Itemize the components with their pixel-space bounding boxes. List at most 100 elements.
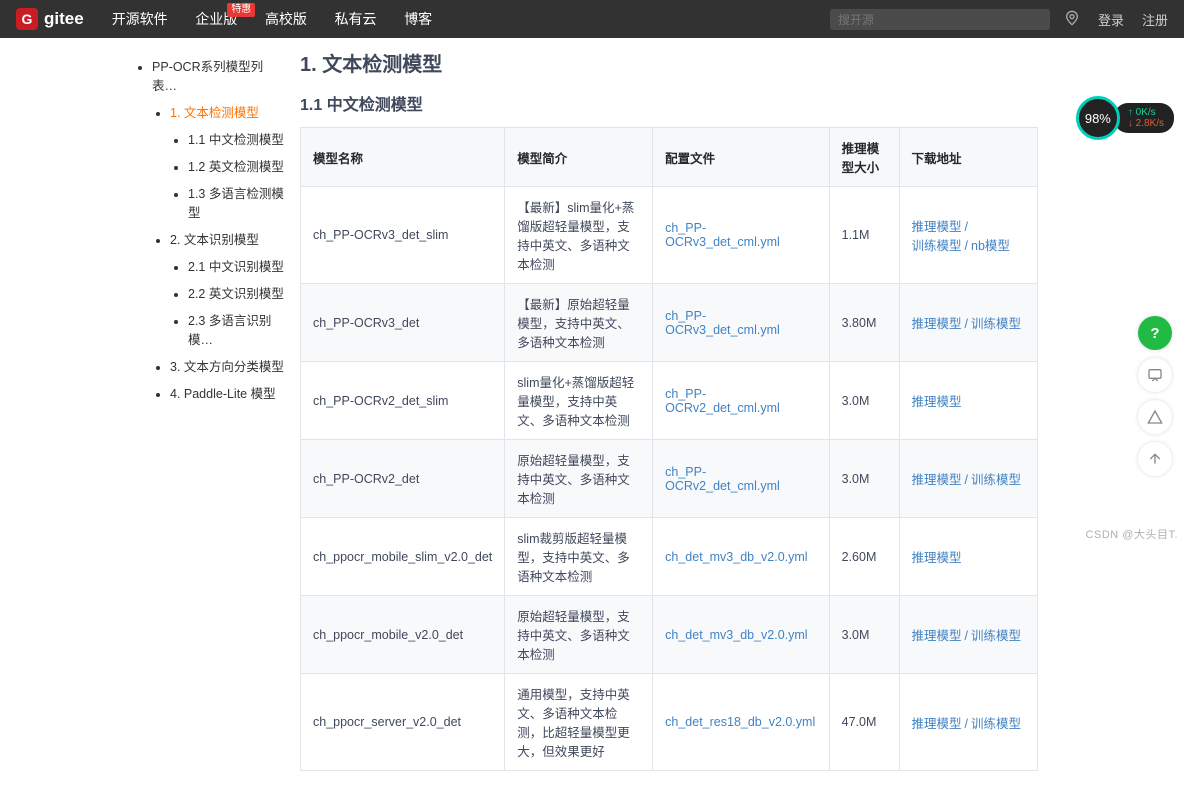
help-button[interactable]: ? — [1138, 316, 1172, 350]
config-cell: ch_det_res18_db_v2.0.yml — [653, 674, 829, 771]
download-cell: 推理模型/训练模型 — [899, 440, 1037, 518]
feedback-button[interactable] — [1138, 358, 1172, 392]
sidebar: PP-OCR系列模型列表… 1. 文本检测模型 1.1 中文检测模型 1.2 英文检测… — [130, 38, 294, 801]
sidebar-item[interactable]: 1.3 多语言检测模型 — [188, 183, 288, 221]
sidebar-link[interactable]: 2.2 英文识别模型 — [188, 287, 284, 301]
sidebar-link[interactable]: PP-OCR系列模型列表… — [152, 60, 263, 93]
config-link[interactable]: ch_PP-OCRv2_det_cml.yml — [665, 387, 780, 415]
config-link[interactable]: ch_det_mv3_db_v2.0.yml — [665, 628, 807, 642]
config-cell: ch_PP-OCRv3_det_cml.yml — [653, 187, 829, 284]
sidebar-item[interactable]: 2. 文本识别模型 2.1 中文识别模型 2.2 英文识别模型 2.3 多语言识别模… — [170, 229, 288, 348]
link-separator: / — [962, 717, 971, 731]
download-link[interactable]: 训练模型 — [971, 317, 1021, 331]
download-link[interactable]: 训练模型 — [971, 473, 1021, 487]
nav-enterprise-badge: 特惠 — [227, 3, 255, 17]
watermark: CSDN @大头目T. — [1086, 526, 1178, 542]
table-row: ch_ppocr_mobile_v2.0_det原始超轻量模型，支持中英文、多语… — [301, 596, 1038, 674]
network-widget: 98% ↑ 0K/s ↓ 2.8K/s — [1076, 96, 1174, 140]
sidebar-item[interactable]: 1.1 中文检测模型 — [188, 129, 288, 148]
table-row: ch_PP-OCRv3_det_slim【最新】slim量化+蒸馏版超轻量模型，… — [301, 187, 1038, 284]
nav-college[interactable]: 高校版 — [265, 11, 307, 27]
download-link[interactable]: 训练模型 — [971, 629, 1021, 643]
sidebar-item[interactable]: 2.3 多语言识别模… — [188, 310, 288, 348]
config-cell: ch_PP-OCRv3_det_cml.yml — [653, 284, 829, 362]
nav-blog[interactable]: 博客 — [404, 11, 432, 27]
model-desc-cell: slim裁剪版超轻量模型，支持中英文、多语种文本检测 — [505, 518, 653, 596]
model-desc-cell: slim量化+蒸馏版超轻量模型，支持中英文、多语种文本检测 — [505, 362, 653, 440]
download-cell: 推理模型/训练模型 — [899, 284, 1037, 362]
warning-button[interactable] — [1138, 400, 1172, 434]
sidebar-link[interactable]: 1.1 中文检测模型 — [188, 133, 284, 147]
sidebar-item[interactable]: 3. 文本方向分类模型 — [170, 356, 288, 375]
download-link[interactable]: nb模型 — [971, 239, 1010, 253]
download-link[interactable]: 推理模型 — [912, 395, 962, 409]
sidebar-link[interactable]: 2.1 中文识别模型 — [188, 260, 284, 274]
download-link[interactable]: 推理模型 — [912, 717, 962, 731]
logo-text[interactable]: gitee — [44, 9, 84, 29]
config-cell: ch_det_mv3_db_v2.0.yml — [653, 596, 829, 674]
link-separator: / — [962, 629, 971, 643]
nav-open-source[interactable]: 开源软件 — [112, 11, 168, 27]
search-input[interactable] — [838, 13, 1042, 27]
search-box[interactable] — [830, 9, 1050, 30]
sidebar-item[interactable]: 1.2 英文检测模型 — [188, 156, 288, 175]
sidebar-link[interactable]: 2.3 多语言识别模… — [188, 314, 271, 347]
download-link[interactable]: 推理模型 — [912, 220, 962, 234]
download-link[interactable]: 推理模型 — [912, 473, 962, 487]
login-link[interactable]: 登录 — [1098, 10, 1124, 29]
config-link[interactable]: ch_PP-OCRv3_det_cml.yml — [665, 221, 780, 249]
download-link[interactable]: 训练模型 — [912, 239, 962, 253]
table-body: ch_PP-OCRv3_det_slim【最新】slim量化+蒸馏版超轻量模型，… — [301, 187, 1038, 771]
table-header-cell: 下载地址 — [899, 128, 1037, 187]
config-link[interactable]: ch_det_res18_db_v2.0.yml — [665, 715, 815, 729]
size-cell: 3.80M — [829, 284, 899, 362]
download-cell: 推理模型/训练模型/nb模型 — [899, 187, 1037, 284]
register-link[interactable]: 注册 — [1142, 10, 1168, 29]
model-name-cell: ch_PP-OCRv2_det — [301, 440, 505, 518]
download-cell: 推理模型 — [899, 362, 1037, 440]
table-row: ch_ppocr_mobile_slim_v2.0_detslim裁剪版超轻量模… — [301, 518, 1038, 596]
config-cell: ch_det_mv3_db_v2.0.yml — [653, 518, 829, 596]
sidebar-item[interactable]: PP-OCR系列模型列表… 1. 文本检测模型 1.1 中文检测模型 1.2 英文检测… — [152, 56, 288, 402]
sidebar-link[interactable]: 4. Paddle-Lite 模型 — [170, 387, 276, 401]
nav-enterprise[interactable]: 企业版特惠 — [195, 11, 237, 27]
model-name-cell: ch_ppocr_server_v2.0_det — [301, 674, 505, 771]
size-cell: 3.0M — [829, 440, 899, 518]
config-link[interactable]: ch_PP-OCRv2_det_cml.yml — [665, 465, 780, 493]
scroll-top-button[interactable] — [1138, 442, 1172, 476]
config-link[interactable]: ch_PP-OCRv3_det_cml.yml — [665, 309, 780, 337]
sidebar-link[interactable]: 3. 文本方向分类模型 — [170, 360, 284, 374]
sidebar-link[interactable]: 2. 文本识别模型 — [170, 233, 259, 247]
table-row: ch_PP-OCRv2_det原始超轻量模型，支持中英文、多语种文本检测ch_P… — [301, 440, 1038, 518]
nav-private-cloud[interactable]: 私有云 — [335, 11, 377, 27]
sidebar-item[interactable]: 2.2 英文识别模型 — [188, 283, 288, 302]
location-icon[interactable] — [1064, 10, 1080, 29]
subsection-title: 1.1 中文检测模型 — [300, 91, 1038, 115]
download-link[interactable]: 推理模型 — [912, 551, 962, 565]
sidebar-link[interactable]: 1.2 英文检测模型 — [188, 160, 284, 174]
config-link[interactable]: ch_det_mv3_db_v2.0.yml — [665, 550, 807, 564]
sidebar-item[interactable]: 4. Paddle-Lite 模型 — [170, 383, 288, 402]
size-cell: 1.1M — [829, 187, 899, 284]
download-link[interactable]: 推理模型 — [912, 629, 962, 643]
sidebar-item[interactable]: 2.1 中文识别模型 — [188, 256, 288, 275]
sidebar-link[interactable]: 1.3 多语言检测模型 — [188, 187, 284, 220]
sidebar-link[interactable]: 1. 文本检测模型 — [170, 106, 259, 120]
chat-icon — [1147, 367, 1163, 383]
network-up: ↑ 0K/s — [1128, 107, 1164, 118]
model-name-cell: ch_ppocr_mobile_slim_v2.0_det — [301, 518, 505, 596]
table-row: ch_PP-OCRv3_det【最新】原始超轻量模型，支持中英文、多语种文本检测… — [301, 284, 1038, 362]
network-down-value: 2.8K/s — [1136, 118, 1164, 129]
network-down: ↓ 2.8K/s — [1128, 118, 1164, 129]
size-cell: 47.0M — [829, 674, 899, 771]
triangle-icon — [1147, 409, 1163, 425]
table-header-cell: 模型简介 — [505, 128, 653, 187]
arrow-up-icon — [1147, 451, 1163, 467]
model-desc-cell: 通用模型，支持中英文、多语种文本检测，比超轻量模型更大，但效果更好 — [505, 674, 653, 771]
download-link[interactable]: 训练模型 — [971, 717, 1021, 731]
sidebar-item[interactable]: 1. 文本检测模型 1.1 中文检测模型 1.2 英文检测模型 1.3 多语言检测模型 — [170, 102, 288, 221]
main-content: 1. 文本检测模型 1.1 中文检测模型 模型名称模型简介配置文件推理模型大小下… — [294, 38, 1074, 801]
download-link[interactable]: 推理模型 — [912, 317, 962, 331]
logo-badge: G — [16, 8, 38, 30]
table-header-cell: 配置文件 — [653, 128, 829, 187]
